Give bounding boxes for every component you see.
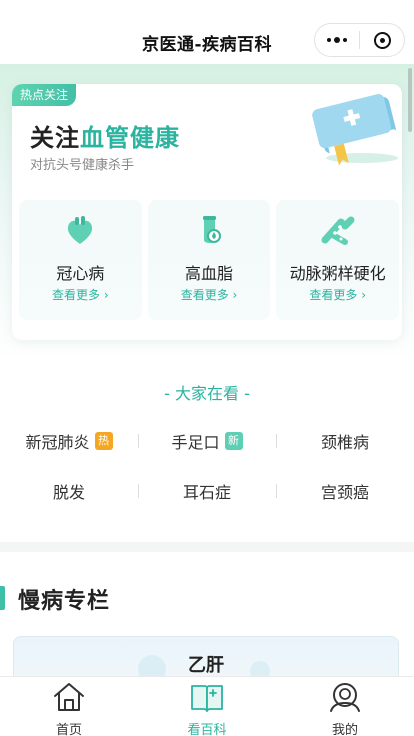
tab-mine[interactable]: 我的 (276, 677, 414, 736)
tag-cervical-spondylosis[interactable]: 颈椎病 (276, 427, 414, 455)
chronic-card-title: 乙肝 (188, 655, 224, 676)
view-more-link[interactable]: 查看更多 › (19, 286, 142, 303)
tag-hfmd[interactable]: 手足口新 (138, 427, 276, 455)
section-divider (0, 542, 414, 552)
popular-tags-row: 新冠肺炎热 手足口新 颈椎病 (0, 427, 414, 455)
disease-card-hyperlipidemia[interactable]: 高血脂 查看更多 › (147, 200, 271, 320)
tag-cervical-cancer[interactable]: 宫颈癌 (276, 477, 414, 505)
tab-home[interactable]: 首页 (0, 677, 138, 736)
miniprogram-capsule (314, 23, 405, 57)
disease-name: 高血脂 (185, 264, 234, 283)
view-more-link[interactable]: 查看更多 › (148, 286, 271, 303)
tab-label: 首页 (55, 723, 82, 736)
popular-tags-row: 脱发 耳石症 宫颈癌 (0, 477, 414, 505)
book-illustration-icon (312, 94, 398, 166)
tag-otolithiasis[interactable]: 耳石症 (138, 477, 276, 505)
close-miniprogram-button[interactable] (360, 24, 404, 56)
tag-covid[interactable]: 新冠肺炎热 (0, 427, 138, 455)
tab-encyclopedia[interactable]: 看百科 (138, 677, 276, 736)
section-accent-bar (0, 586, 5, 610)
tab-label: 看百科 (187, 723, 227, 736)
target-icon (373, 31, 391, 49)
scrollbar[interactable] (408, 68, 412, 132)
hot-topic-card[interactable]: 热点关注 关注血管健康 对抗头号健康杀手 冠心病 查看更多 › 高血脂 查看更多… (12, 84, 402, 340)
hot-topic-badge: 热点关注 (12, 84, 77, 106)
watching-section-title: - 大家在看 - (164, 384, 250, 403)
new-badge: 新 (224, 432, 243, 450)
view-more-link[interactable]: 查看更多 › (276, 286, 399, 303)
book-icon (191, 685, 223, 712)
chronic-section-title: 慢病专栏 (18, 589, 111, 614)
hero-title: 关注血管健康 (30, 124, 180, 152)
tab-label: 我的 (331, 723, 358, 736)
disease-name: 冠心病 (56, 264, 105, 283)
more-menu-button[interactable] (315, 24, 359, 56)
navigation-bar: 京医通-疾病百科 (0, 0, 414, 64)
tag-hair-loss[interactable]: 脱发 (0, 477, 138, 505)
bottom-tab-bar: 首页 看百科 我的 (0, 676, 414, 736)
disease-card-coronary[interactable]: 冠心病 查看更多 › (19, 200, 142, 320)
hero-subtitle: 对抗头号健康杀手 (30, 158, 135, 173)
test-tube-icon (203, 216, 221, 243)
disease-card-atherosclerosis[interactable]: 动脉粥样硬化 查看更多 › (276, 200, 400, 320)
hot-badge: 热 (94, 432, 113, 450)
featured-disease-list: 冠心病 查看更多 › 高血脂 查看更多 › 动脉粥样硬化 查看更多 › (19, 200, 400, 320)
home-icon (54, 683, 84, 711)
artery-icon (321, 216, 355, 245)
disease-name: 动脉粥样硬化 (289, 264, 386, 283)
heart-icon (68, 216, 93, 244)
user-icon (330, 683, 360, 712)
